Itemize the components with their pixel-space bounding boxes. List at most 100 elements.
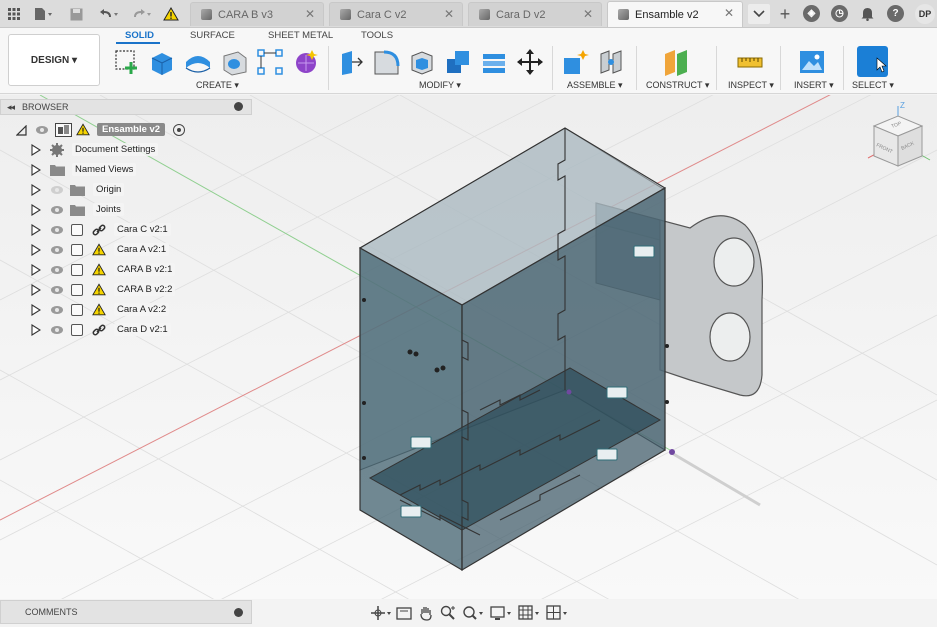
expand-triangle-icon[interactable]	[31, 204, 41, 216]
combine-icon[interactable]	[444, 48, 472, 76]
expand-triangle-icon[interactable]	[31, 304, 41, 316]
file-menu-icon[interactable]	[32, 4, 56, 24]
collapse-triangle-icon[interactable]	[16, 125, 27, 136]
revolve-icon[interactable]	[184, 48, 212, 76]
create-form-icon[interactable]	[292, 48, 320, 76]
expand-triangle-icon[interactable]	[31, 264, 41, 276]
workspace-switcher[interactable]: DESIGN ▾	[8, 34, 100, 86]
comments-title: COMMENTS	[25, 607, 78, 617]
browser-item-joints[interactable]: Joints	[0, 200, 252, 220]
new-component-icon[interactable]	[561, 48, 589, 76]
collapse-panel-icon[interactable]: ◂◂	[7, 102, 15, 113]
root-component-label[interactable]: Ensamble v2	[97, 123, 166, 136]
visibility-eye-icon[interactable]	[36, 126, 48, 134]
browser-options-icon[interactable]	[234, 102, 243, 111]
hole-icon[interactable]	[220, 48, 248, 76]
save-icon[interactable]	[68, 4, 84, 24]
add-comment-icon[interactable]	[234, 608, 243, 617]
browser-item-cara-d-v2-1[interactable]: Cara D v2:1	[0, 320, 252, 340]
notifications-bell-icon[interactable]	[859, 4, 875, 24]
close-icon[interactable]: ✕	[444, 7, 454, 21]
select-button[interactable]	[857, 46, 888, 77]
browser-item-document-settings[interactable]: Document Settings	[0, 140, 252, 160]
expand-triangle-icon[interactable]	[31, 144, 41, 156]
orbit-icon[interactable]	[370, 605, 392, 621]
extrude-icon[interactable]	[148, 48, 176, 76]
tab-tools[interactable]: TOOLS	[361, 30, 393, 41]
fit-zoom-icon[interactable]	[462, 605, 484, 621]
comments-panel[interactable]: COMMENTS	[0, 600, 252, 624]
inspect-group-label[interactable]: INSPECT ▾	[728, 80, 774, 91]
browser-item-cara-a-v2-2[interactable]: Cara A v2:2	[0, 300, 252, 320]
visibility-eye-icon[interactable]	[51, 266, 63, 274]
expand-triangle-icon[interactable]	[31, 224, 41, 236]
warning-icon[interactable]	[162, 4, 180, 24]
fillet-icon[interactable]	[372, 48, 400, 76]
display-settings-icon[interactable]	[490, 605, 512, 621]
user-avatar[interactable]: DP	[915, 4, 935, 24]
browser-item-named-views[interactable]: Named Views	[0, 160, 252, 180]
help-icon[interactable]: ?	[887, 5, 904, 22]
split-body-icon[interactable]	[480, 48, 508, 76]
visibility-eye-icon[interactable]	[51, 326, 63, 334]
expand-triangle-icon[interactable]	[31, 284, 41, 296]
job-status-clock-icon[interactable]: ◷	[831, 5, 848, 22]
viewcube[interactable]: Z TOP FRONT BACK	[862, 100, 934, 176]
browser-item-cara-c-v2-1[interactable]: Cara C v2:1	[0, 220, 252, 240]
press-pull-icon[interactable]	[336, 48, 364, 76]
tab-cara-c-v2[interactable]: Cara C v2 ✕	[329, 2, 463, 26]
browser-item-cara-b-v2-2[interactable]: CARA B v2:2	[0, 280, 252, 300]
tab-solid[interactable]: SOLID	[125, 30, 154, 41]
pan-hand-icon[interactable]	[418, 605, 434, 621]
app-grid-icon[interactable]	[6, 4, 22, 24]
tab-sheet-metal[interactable]: SHEET METAL	[268, 30, 333, 41]
tab-ensamble-v2[interactable]: Ensamble v2 ✕	[607, 1, 743, 27]
browser-header[interactable]: ◂◂ BROWSER	[0, 99, 252, 115]
browser-item-cara-a-v2-1[interactable]: Cara A v2:1	[0, 240, 252, 260]
tab-surface[interactable]: SURFACE	[190, 30, 235, 41]
create-group-label[interactable]: CREATE ▾	[196, 80, 239, 91]
look-at-icon[interactable]	[396, 605, 412, 621]
visibility-eye-icon[interactable]	[51, 286, 63, 294]
expand-triangle-icon[interactable]	[31, 324, 41, 336]
grid-settings-icon[interactable]	[518, 605, 540, 621]
undo-icon[interactable]	[97, 4, 123, 24]
visibility-off-eye-icon[interactable]	[51, 186, 63, 194]
tab-overflow-chevron-icon[interactable]	[748, 4, 770, 24]
visibility-eye-icon[interactable]	[51, 306, 63, 314]
browser-root-row[interactable]: Ensamble v2	[0, 120, 252, 140]
extensions-icon[interactable]: ◈	[803, 5, 820, 22]
expand-triangle-icon[interactable]	[31, 164, 41, 176]
browser-item-origin[interactable]: Origin	[0, 180, 252, 200]
select-group-label[interactable]: SELECT ▾	[852, 80, 894, 91]
visibility-eye-icon[interactable]	[51, 246, 63, 254]
expand-triangle-icon[interactable]	[31, 244, 41, 256]
pattern-icon[interactable]	[256, 48, 284, 76]
insert-image-icon[interactable]	[798, 48, 826, 76]
shell-icon[interactable]	[408, 48, 436, 76]
warning-icon	[92, 283, 106, 296]
expand-triangle-icon[interactable]	[31, 184, 41, 196]
assemble-group-label[interactable]: ASSEMBLE ▾	[567, 80, 623, 91]
zoom-icon[interactable]	[440, 605, 456, 621]
close-icon[interactable]: ✕	[305, 7, 315, 21]
viewports-icon[interactable]	[546, 605, 568, 621]
redo-icon[interactable]	[130, 4, 156, 24]
visibility-eye-icon[interactable]	[51, 206, 63, 214]
visibility-eye-icon[interactable]	[51, 226, 63, 234]
browser-item-cara-b-v2-1[interactable]: CARA B v2:1	[0, 260, 252, 280]
activate-radio-icon[interactable]	[173, 124, 185, 136]
joint-icon[interactable]	[597, 48, 625, 76]
insert-group-label[interactable]: INSERT ▾	[794, 80, 834, 91]
tab-cara-d-v2[interactable]: Cara D v2 ✕	[468, 2, 602, 26]
offset-plane-icon[interactable]	[662, 48, 690, 76]
modify-group-label[interactable]: MODIFY ▾	[419, 80, 461, 91]
construct-group-label[interactable]: CONSTRUCT ▾	[646, 80, 709, 91]
new-tab-plus-icon[interactable]: +	[775, 4, 795, 24]
close-icon[interactable]: ✕	[583, 7, 593, 21]
tab-cara-b-v3[interactable]: CARA B v3 ✕	[190, 2, 324, 26]
close-icon[interactable]: ✕	[724, 6, 734, 20]
create-sketch-icon[interactable]	[113, 48, 141, 76]
move-copy-icon[interactable]	[516, 48, 544, 76]
measure-icon[interactable]	[736, 48, 764, 76]
